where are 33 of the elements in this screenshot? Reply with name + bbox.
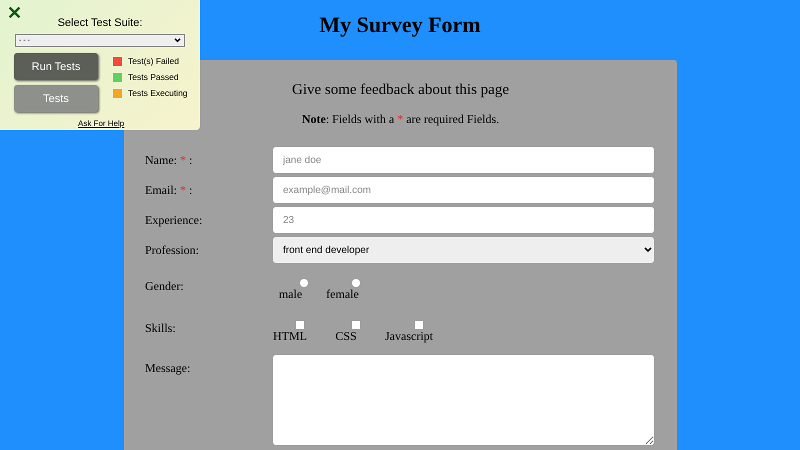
option-label: female [326,287,359,302]
required-note: Note: Fields with a * are required Fields. [300,112,500,127]
test-button[interactable]: Run Tests [14,53,98,80]
help-link[interactable]: Ask For Help [78,119,124,128]
radio-button[interactable] [300,279,308,287]
form-heading: Give some feedback about this page [292,82,509,99]
legend-label: Test(s) Failed [128,56,180,66]
text-input[interactable]: 23 [273,207,654,233]
page-title: My Survey Form [319,12,481,39]
field-label: Message: [145,360,192,377]
field-label: Profession: [145,242,200,259]
checkbox[interactable] [352,321,360,329]
text-input[interactable]: example@mail.com [273,177,654,203]
caret-icon [174,38,181,43]
radio-button[interactable] [352,279,360,287]
field-label: Skills: [145,320,177,337]
option-label: CSS [335,329,357,344]
field-label: Gender: [145,278,185,295]
checkbox[interactable] [296,321,304,329]
field-label: Email: * : [145,182,194,199]
caret-icon [644,247,652,253]
option-label: male [278,287,302,302]
legend-label: Tests Passed [128,72,179,82]
close-icon[interactable]: ✕ [7,2,22,24]
legend-label: Tests Executing [128,88,188,98]
checkbox[interactable] [414,321,423,329]
option-label: Javascript [385,329,433,344]
field-label: Experience: [145,212,204,229]
profession-dropdown[interactable]: front end developer [273,237,654,263]
suite-label: Select Test Suite: [58,16,142,29]
option-label: HTML [273,329,307,344]
text-input[interactable]: jane doe [273,147,654,173]
field-label: Name: * : [145,152,194,169]
